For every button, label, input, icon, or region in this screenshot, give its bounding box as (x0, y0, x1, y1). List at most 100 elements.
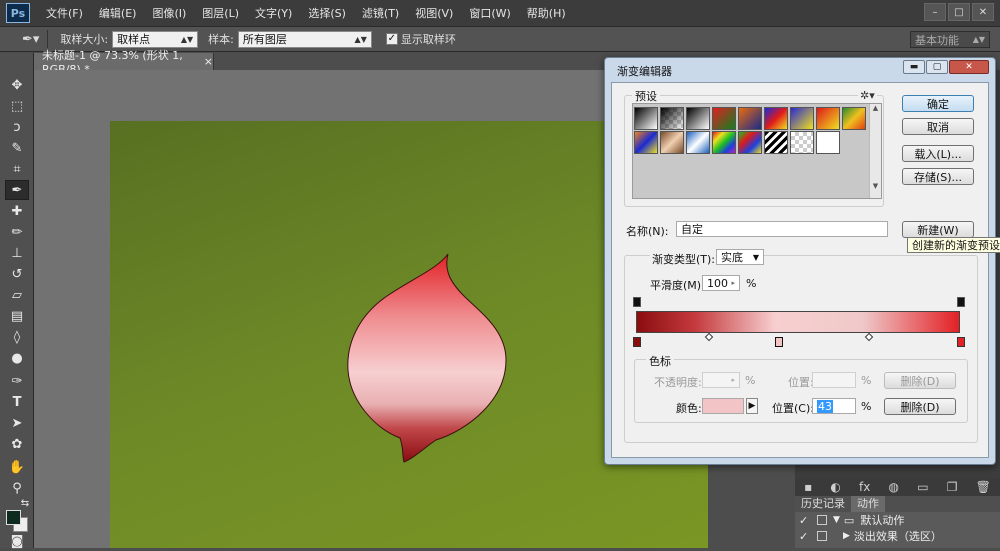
healing-brush-tool-icon[interactable]: ✚ (5, 201, 29, 221)
sample-size-select[interactable]: 取样点 ▲▼ (112, 30, 199, 48)
opacity-stop-left[interactable] (633, 297, 641, 307)
preset-swatch[interactable] (634, 107, 658, 130)
new-button[interactable]: 新建(W) (902, 221, 974, 238)
crop-tool-icon[interactable]: ⌗ (5, 159, 29, 179)
ok-button[interactable]: 确定 (902, 95, 974, 112)
preset-swatch[interactable] (842, 107, 866, 130)
menu-help[interactable]: 帮助(H) (519, 5, 574, 21)
dialog-close-button[interactable]: ✕ (949, 60, 989, 74)
shape-tool-icon[interactable]: ✿ (5, 434, 29, 454)
panel-icon-4[interactable]: ◍ (889, 480, 899, 494)
leaf-shape[interactable] (340, 250, 515, 470)
gradient-type-select[interactable]: 实底 ▼ (716, 249, 764, 265)
dodge-tool-icon[interactable]: ● (5, 348, 29, 368)
presets-scrollbar[interactable]: ▲ ▼ (869, 104, 881, 198)
color-position-field[interactable]: 43 (812, 398, 856, 414)
preset-swatch[interactable] (790, 107, 814, 130)
eraser-tool-icon[interactable]: ▱ (5, 285, 29, 305)
save-button[interactable]: 存储(S)... (902, 168, 974, 185)
gradient-tool-icon[interactable]: ▤ (5, 306, 29, 326)
list-item[interactable]: ✓ ▶ 淡出效果（选区） (795, 528, 1000, 544)
eyedropper-tool-icon[interactable]: ✒ (5, 180, 29, 200)
opacity-stop-right[interactable] (957, 297, 965, 307)
maximize-button[interactable]: □ (948, 3, 970, 21)
foreground-color-swatch[interactable] (6, 510, 21, 525)
trash-icon[interactable]: 🗑 (976, 480, 991, 494)
brush-tool-icon[interactable]: ✏ (5, 222, 29, 242)
list-item[interactable]: ✓ ▼ ▭ 默认动作 (795, 512, 1000, 528)
color-swatch[interactable] (702, 398, 744, 414)
close-tab-icon[interactable]: × (204, 55, 213, 68)
panel-icon-3[interactable]: fx (859, 480, 870, 494)
panel-icon-2[interactable]: ◐ (830, 480, 840, 494)
load-button[interactable]: 载入(L)... (902, 145, 974, 162)
preset-swatch[interactable] (712, 107, 736, 130)
chevron-right-icon[interactable]: ▸ (731, 279, 735, 287)
blur-tool-icon[interactable]: ◊ (5, 327, 29, 347)
preset-swatch[interactable] (660, 131, 684, 154)
preset-swatch[interactable] (764, 131, 788, 154)
eyedropper-preset-icon[interactable]: ✒▾ (22, 32, 39, 47)
preset-swatch[interactable] (686, 107, 710, 130)
quick-mask-icon[interactable]: ◙ (5, 531, 29, 551)
name-field[interactable]: 自定 (676, 221, 888, 237)
folder-icon[interactable]: ▭ (917, 480, 928, 494)
preset-swatch[interactable] (816, 131, 840, 154)
show-ring-checkbox[interactable]: ✓ (385, 33, 398, 45)
scroll-up-icon[interactable]: ▲ (870, 104, 881, 112)
history-brush-tool-icon[interactable]: ↺ (5, 264, 29, 284)
marquee-tool-icon[interactable]: ⬚ (5, 96, 29, 116)
preset-swatch[interactable] (686, 131, 710, 154)
preset-swatch[interactable] (790, 131, 814, 154)
lasso-tool-icon[interactable]: ↄ (5, 117, 29, 137)
menu-image[interactable]: 图像(I) (144, 5, 194, 21)
minimize-icon[interactable]: ▬ (903, 60, 925, 74)
tab-actions[interactable]: 动作 (851, 496, 885, 512)
scroll-down-icon[interactable]: ▼ (870, 182, 881, 190)
sample-select[interactable]: 所有图层 ▲▼ (237, 30, 372, 48)
color-stop-right[interactable] (957, 337, 965, 347)
close-button[interactable]: ✕ (972, 3, 994, 21)
hand-tool-icon[interactable]: ✋ (5, 457, 29, 477)
path-select-tool-icon[interactable]: ➤ (5, 413, 29, 433)
menu-type[interactable]: 文字(Y) (247, 5, 300, 21)
menu-window[interactable]: 窗口(W) (461, 5, 518, 21)
preset-swatch[interactable] (738, 131, 762, 154)
preset-swatch[interactable] (764, 107, 788, 130)
gradient-bar[interactable] (636, 311, 960, 333)
move-tool-icon[interactable]: ✥ (5, 75, 29, 95)
preset-swatch[interactable] (816, 107, 840, 130)
panel-icon-1[interactable]: ▪ (804, 480, 812, 494)
color-delete-button[interactable]: 删除(D) (884, 398, 956, 415)
preset-swatch[interactable] (634, 131, 658, 154)
color-stop-left[interactable] (633, 337, 641, 347)
workspace-select[interactable]: 基本功能 ▲▼ (910, 31, 990, 48)
smoothness-field[interactable]: 100 ▸ (702, 275, 740, 291)
preset-swatch[interactable] (738, 107, 762, 130)
new-layer-icon[interactable]: ❐ (947, 480, 958, 494)
menu-view[interactable]: 视图(V) (407, 5, 461, 21)
toggle-dialog-box[interactable] (817, 515, 827, 525)
document-tab[interactable]: 未标题-1 @ 73.3% (形状 1, RGB/8) * × (34, 49, 214, 76)
menu-filter[interactable]: 滤镜(T) (354, 5, 407, 21)
chevron-right-icon[interactable]: ▶ (746, 398, 758, 414)
pen-tool-icon[interactable]: ✑ (5, 371, 29, 391)
gear-icon[interactable]: ✲▾ (858, 89, 877, 102)
cancel-button[interactable]: 取消 (902, 118, 974, 135)
minimize-button[interactable]: – (924, 3, 946, 21)
maximize-icon[interactable]: ▢ (926, 60, 948, 74)
preset-swatch[interactable] (660, 107, 684, 130)
menu-layer[interactable]: 图层(L) (194, 5, 247, 21)
type-tool-icon[interactable]: T (5, 392, 29, 412)
color-stop-selected[interactable] (775, 337, 783, 347)
toggle-dialog-box[interactable] (817, 531, 827, 541)
preset-swatch[interactable] (712, 131, 736, 154)
chevron-right-icon[interactable]: ▶ (843, 531, 850, 541)
menu-select[interactable]: 选择(S) (300, 5, 354, 21)
menu-edit[interactable]: 编辑(E) (91, 5, 145, 21)
tab-history[interactable]: 历史记录 (795, 496, 851, 512)
chevron-down-icon[interactable]: ▼ (833, 515, 840, 525)
clone-stamp-tool-icon[interactable]: ⊥ (5, 243, 29, 263)
menu-file[interactable]: 文件(F) (38, 5, 91, 21)
quick-select-tool-icon[interactable]: ✎ (5, 138, 29, 158)
